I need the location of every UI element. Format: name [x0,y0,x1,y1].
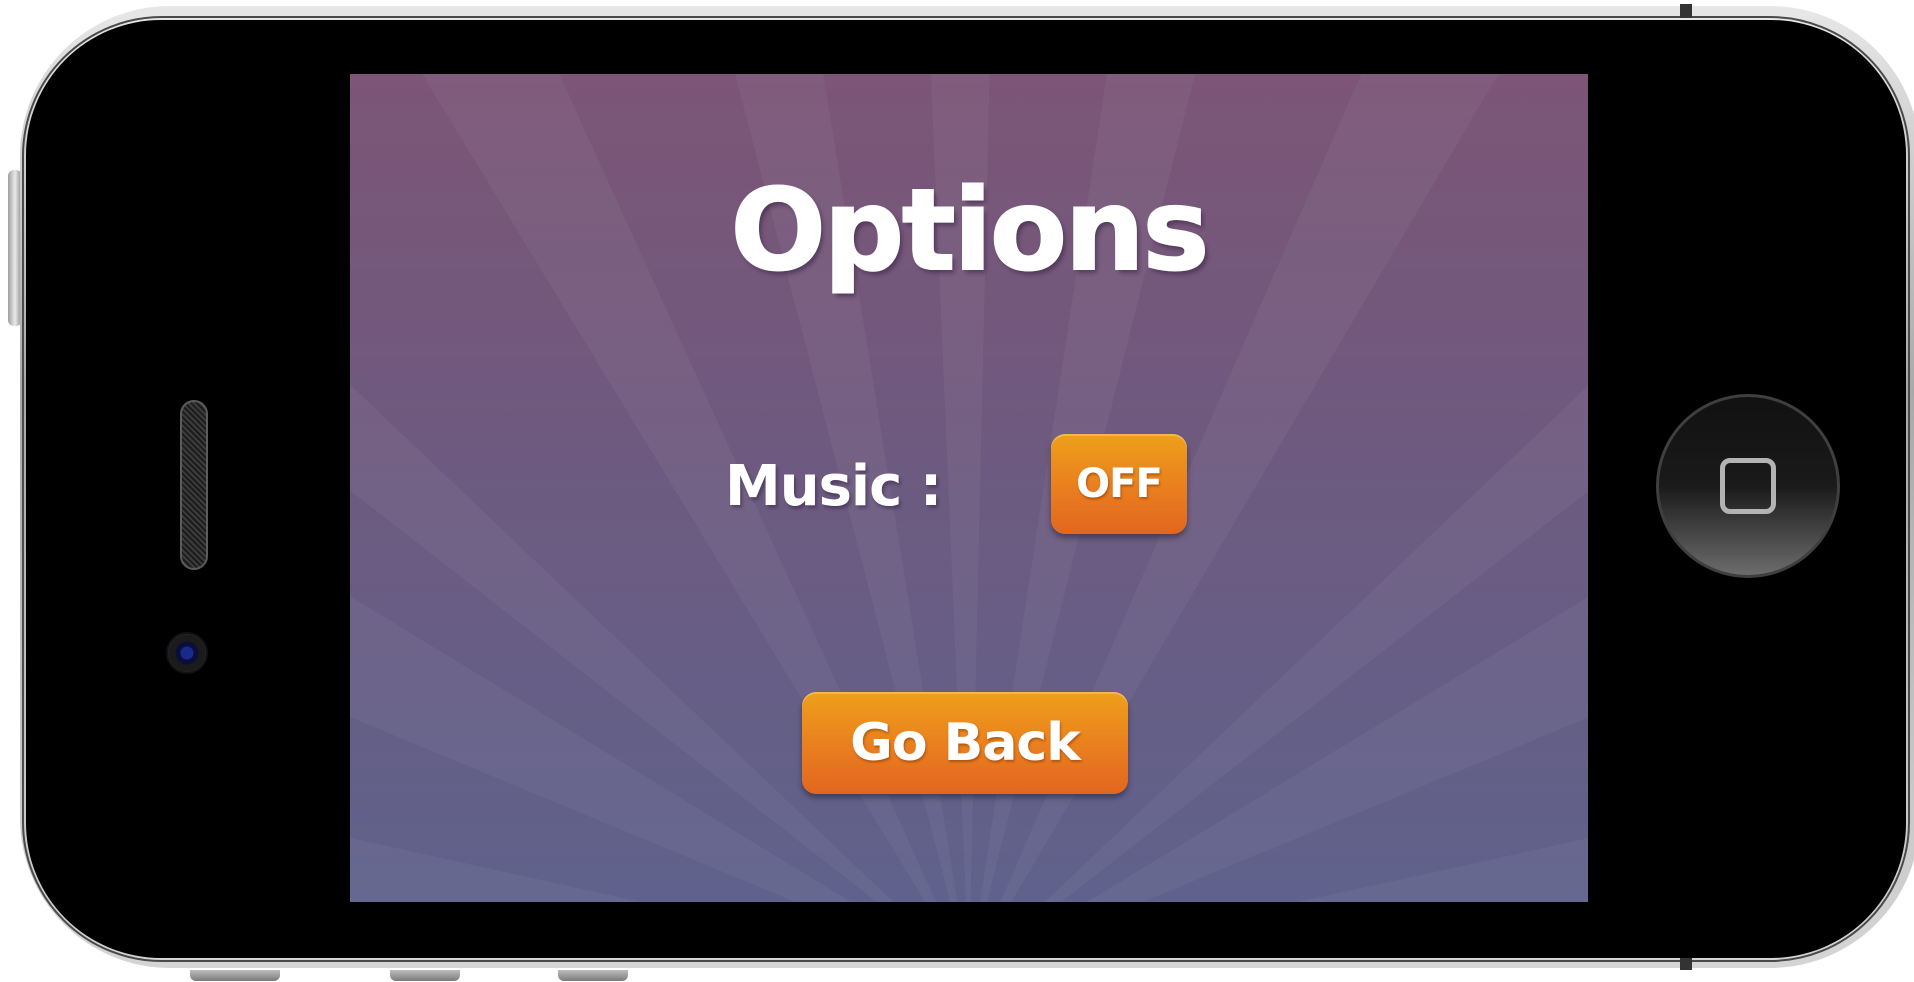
device-stage: Options Music : OFF Go Back [0,0,1914,982]
home-button[interactable] [1656,394,1840,578]
volume-button-1[interactable] [190,970,280,981]
front-camera-icon [166,632,208,674]
music-toggle-button[interactable]: OFF [1051,434,1187,534]
go-back-button[interactable]: Go Back [802,692,1128,794]
home-square-icon [1720,458,1776,514]
bottom-notch [1680,958,1692,970]
speaker-grille-icon [180,400,208,570]
volume-button-3[interactable] [558,970,628,981]
music-label: Music : [725,454,942,519]
game-screen: Options Music : OFF Go Back [350,74,1588,902]
volume-button-2[interactable] [390,970,460,981]
power-button[interactable] [1680,4,1692,18]
page-title: Options [730,165,1211,297]
